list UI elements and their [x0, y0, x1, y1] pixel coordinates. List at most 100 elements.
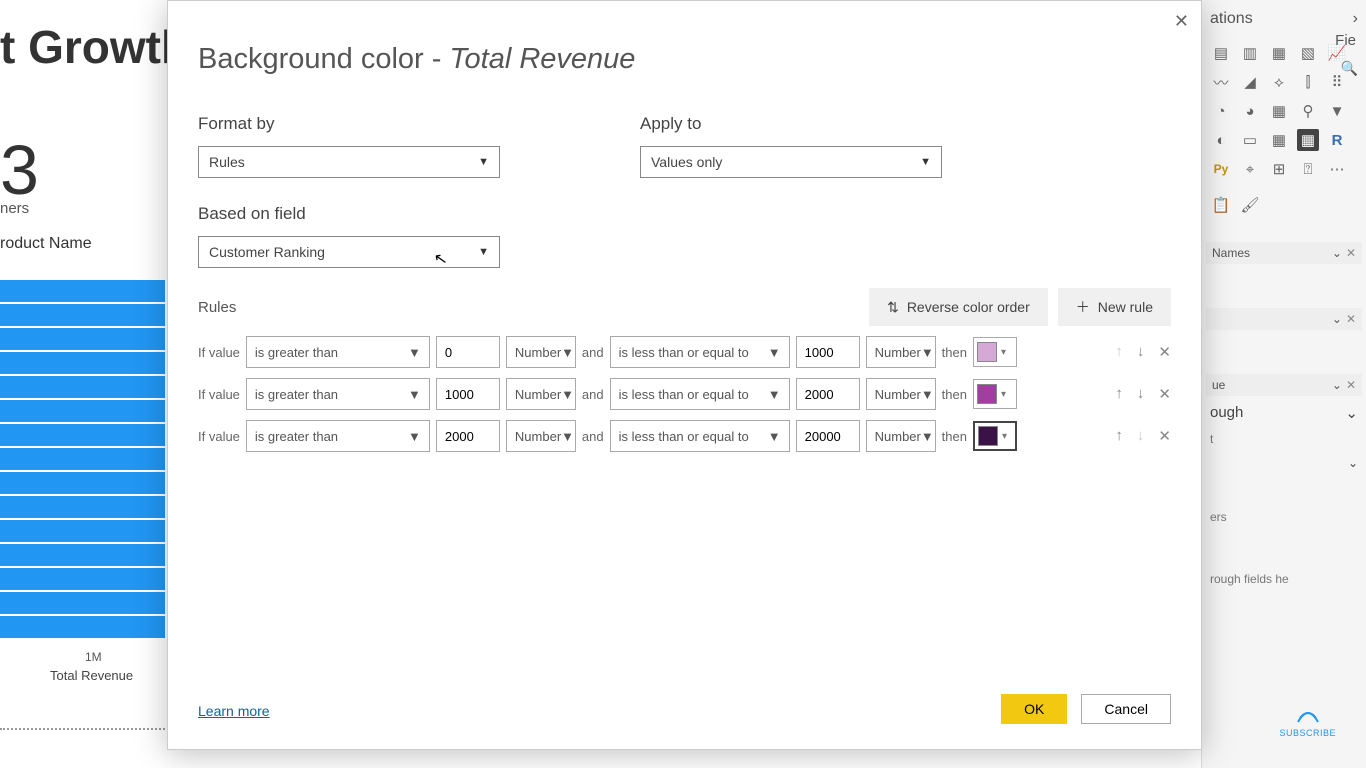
decomposition-icon[interactable]: ⊞ — [1268, 158, 1290, 180]
stacked-bar-icon[interactable]: ▤ — [1210, 42, 1232, 64]
select-value: Customer Ranking — [209, 244, 325, 260]
field-well-item[interactable]: ⌄✕ — [1206, 308, 1362, 330]
gauge-icon[interactable]: ◐ — [1210, 129, 1232, 151]
format-by-select[interactable]: Rules ▼ — [198, 146, 500, 178]
and-label: and — [582, 345, 604, 360]
chevron-down-icon[interactable]: ⌄ — [1332, 246, 1342, 260]
and-label: and — [582, 387, 604, 402]
delete-rule-icon[interactable]: ✕ — [1158, 427, 1171, 445]
donut-icon[interactable]: ◕ — [1239, 100, 1261, 122]
remove-field-icon[interactable]: ✕ — [1346, 378, 1356, 392]
field-label — [1212, 312, 1215, 326]
chevron-down-icon[interactable]: ⌄ — [1348, 456, 1358, 470]
chevron-right-icon[interactable]: › — [1353, 10, 1358, 28]
type2-select[interactable]: Number▼ — [866, 378, 936, 410]
card-value: 3 — [0, 130, 39, 210]
stacked-column-icon[interactable]: ▦ — [1268, 42, 1290, 64]
fields-tab-icon[interactable]: 📋 — [1210, 194, 1232, 216]
map-icon[interactable]: ⚲ — [1297, 100, 1319, 122]
chevron-down-icon: ▼ — [478, 156, 489, 168]
color-picker[interactable]: ▾ — [973, 379, 1017, 409]
py-visual-icon[interactable]: Py — [1210, 158, 1232, 180]
if-value-label: If value — [198, 429, 240, 444]
waterfall-icon[interactable]: ⫿ — [1297, 71, 1319, 93]
move-down-icon[interactable]: ↓ — [1137, 343, 1145, 361]
remove-field-icon[interactable]: ✕ — [1346, 312, 1356, 326]
funnel-icon[interactable]: ▼ — [1326, 100, 1348, 122]
clustered-column-icon[interactable]: ▧ — [1297, 42, 1319, 64]
drill-item: ers — [1202, 506, 1366, 528]
drillthrough-header: ough ⌄ — [1202, 398, 1366, 428]
key-influencers-icon[interactable]: ⌖ — [1239, 158, 1261, 180]
value2-input[interactable] — [796, 336, 860, 368]
conditional-formatting-dialog: ✕ Background color - Total Revenue Forma… — [167, 0, 1202, 750]
learn-more-link[interactable]: Learn more — [198, 703, 270, 719]
type2-select[interactable]: Number▼ — [866, 420, 936, 452]
stacked-area-icon[interactable]: ◢ — [1239, 71, 1261, 93]
value1-input[interactable] — [436, 420, 500, 452]
operator1-select[interactable]: is greater than▼ — [246, 378, 430, 410]
matrix-icon[interactable]: ▦ — [1297, 129, 1319, 151]
drill-hint: rough fields he — [1202, 568, 1366, 590]
operator2-select[interactable]: is less than or equal to▼ — [610, 378, 790, 410]
chevron-down-icon: ▾ — [1001, 389, 1006, 400]
r-visual-icon[interactable]: R — [1326, 129, 1348, 151]
apply-to-select[interactable]: Values only ▼ — [640, 146, 942, 178]
pie-icon[interactable]: ◔ — [1210, 100, 1232, 122]
visualizations-pane: ations › Fie 🔍 ▤ ▥ ▦ ▧ 📈 〰 ◢ ⟡ ⫿ ⠿ ◔ ◕ ▦… — [1201, 0, 1366, 768]
operator1-select[interactable]: is greater than▼ — [246, 420, 430, 452]
format-tab-icon[interactable]: 🖌 — [1239, 194, 1261, 216]
move-up-icon[interactable]: ↑ — [1115, 427, 1123, 445]
drill-sub: ⌄ — [1202, 450, 1366, 476]
close-button[interactable]: ✕ — [1174, 11, 1189, 32]
value1-input[interactable] — [436, 336, 500, 368]
value2-input[interactable] — [796, 378, 860, 410]
remove-field-icon[interactable]: ✕ — [1346, 246, 1356, 260]
delete-rule-icon[interactable]: ✕ — [1158, 385, 1171, 403]
qna-icon[interactable]: ⍰ — [1297, 158, 1319, 180]
color-picker[interactable]: ▾ — [973, 337, 1017, 367]
ribbon-chart-icon[interactable]: ⟡ — [1268, 71, 1290, 93]
operator2-select[interactable]: is less than or equal to▼ — [610, 336, 790, 368]
bar-chart — [0, 280, 165, 640]
delete-rule-icon[interactable]: ✕ — [1158, 343, 1171, 361]
type1-select[interactable]: Number▼ — [506, 336, 576, 368]
ok-button[interactable]: OK — [1001, 694, 1067, 724]
field-well-item[interactable]: ue ⌄ ✕ — [1206, 374, 1362, 396]
cancel-button[interactable]: Cancel — [1081, 694, 1171, 724]
card-label: ners — [0, 200, 29, 217]
pane-title: ations — [1210, 10, 1253, 28]
rule-controls: ↑ ↓ ✕ — [1115, 385, 1171, 403]
move-down-icon: ↓ — [1137, 427, 1145, 445]
table-icon[interactable]: ▦ — [1268, 129, 1290, 151]
clustered-bar-icon[interactable]: ▥ — [1239, 42, 1261, 64]
color-picker[interactable]: ▾ — [973, 421, 1017, 451]
value2-input[interactable] — [796, 420, 860, 452]
more-visuals-icon[interactable]: ⋯ — [1326, 158, 1348, 180]
move-up-icon[interactable]: ↑ — [1115, 385, 1123, 403]
type1-select[interactable]: Number▼ — [506, 420, 576, 452]
treemap-icon[interactable]: ▦ — [1268, 100, 1290, 122]
field-label: ue — [1212, 378, 1225, 392]
area-chart-icon[interactable]: 〰 — [1210, 71, 1232, 93]
move-down-icon[interactable]: ↓ — [1137, 385, 1145, 403]
type2-select[interactable]: Number▼ — [866, 336, 936, 368]
format-by-label: Format by — [198, 114, 500, 134]
card-icon[interactable]: ▭ — [1239, 129, 1261, 151]
format-panel-tabs: 📋 🖌 — [1202, 190, 1366, 220]
search-icon[interactable]: 🔍 — [1341, 60, 1358, 78]
type1-select[interactable]: Number▼ — [506, 378, 576, 410]
chevron-down-icon[interactable]: ⌄ — [1345, 404, 1358, 422]
new-rule-button[interactable]: ＋ New rule — [1058, 288, 1171, 326]
field-well-item[interactable]: Names ⌄✕ — [1206, 242, 1362, 264]
rule-row: If value is greater than▼ Number▼ and is… — [198, 378, 1171, 410]
operator2-select[interactable]: is less than or equal to▼ — [610, 420, 790, 452]
operator1-select[interactable]: is greater than▼ — [246, 336, 430, 368]
subscribe-watermark: SUBSCRIBE — [1279, 704, 1336, 738]
chevron-down-icon[interactable]: ⌄ — [1332, 312, 1342, 326]
reverse-color-order-button[interactable]: ⇅ Reverse color order — [869, 288, 1048, 326]
value1-input[interactable] — [436, 378, 500, 410]
chevron-down-icon[interactable]: ⌄ — [1332, 378, 1342, 392]
based-on-field-select[interactable]: Customer Ranking ▼ — [198, 236, 500, 268]
plus-icon: ＋ — [1076, 297, 1090, 317]
